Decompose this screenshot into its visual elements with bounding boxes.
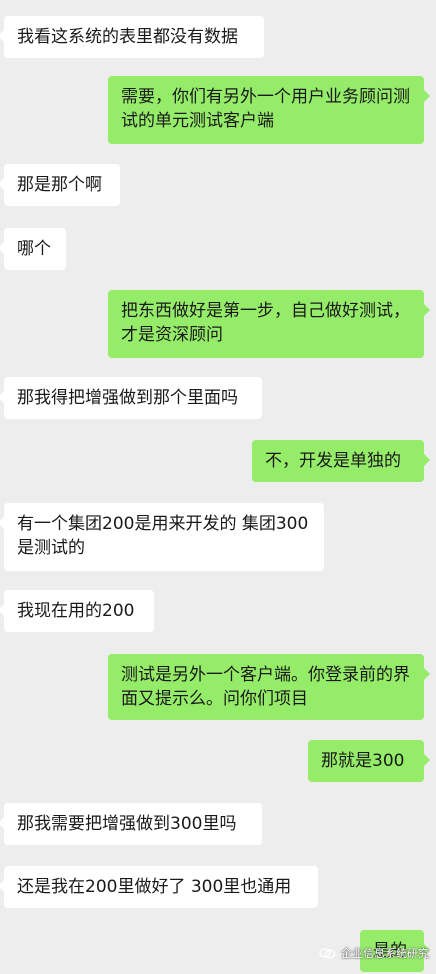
message-bubble[interactable]: 测试是另外一个客户端。你登录前的界面又提示么。问你们项目 (108, 654, 430, 720)
message-bubble[interactable]: 那我得把增强做到那个里面吗 (0, 377, 262, 419)
watermark-text: 企业信息系统研究 (341, 947, 429, 960)
message-bubble[interactable]: 还是我在200里做好了 300里也通用 (0, 866, 318, 908)
wechat-official-account-icon (319, 948, 336, 959)
message-bubble[interactable]: 我现在用的200 (0, 590, 154, 632)
message-bubble[interactable]: 我看这系统的表里都没有数据 (0, 16, 264, 58)
message-bubble[interactable]: 不，开发是单独的 (252, 440, 430, 482)
message-bubble[interactable]: 有一个集团200是用来开发的 集团300是测试的 (0, 503, 324, 571)
message-bubble[interactable]: 把东西做好是第一步，自己做好测试，才是资深顾问 (108, 290, 430, 358)
message-bubble[interactable]: 需要，你们有另外一个用户业务顾问测试的单元测试客户端 (108, 76, 430, 144)
watermark: 企业信息系统研究 (318, 945, 429, 961)
message-bubble[interactable]: 哪个 (0, 228, 66, 270)
message-bubble[interactable]: 那是那个啊 (0, 164, 120, 206)
chat-area: 我看这系统的表里都没有数据 需要，你们有另外一个用户业务顾问测试的单元测试客户端… (0, 0, 436, 974)
message-bubble[interactable]: 那就是300 (308, 740, 430, 782)
message-bubble[interactable]: 那我需要把增强做到300里吗 (0, 803, 262, 845)
